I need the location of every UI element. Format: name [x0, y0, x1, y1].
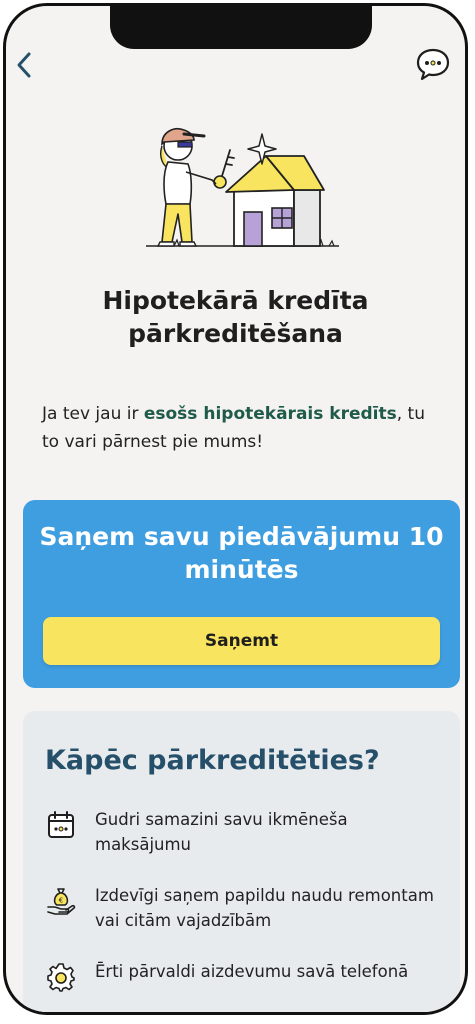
offer-card: Saņem savu piedāvājumu 10 minūtēs Saņemt: [23, 500, 460, 688]
person-with-key-and-house-illustration: [144, 124, 344, 254]
intro-prefix: Ja tev jau ir: [42, 404, 144, 424]
chat-bubble-icon[interactable]: [415, 46, 451, 82]
gear-icon: [45, 961, 77, 993]
benefit-item: € Izdevīgi saņem papildu naudu remontam …: [45, 883, 445, 933]
intro-text: Ja tev jau ir esošs hipotekārais kredīts…: [42, 400, 425, 456]
offer-title: Saņem savu piedāvājumu 10 minūtēs: [39, 522, 444, 584]
benefit-text: Izdevīgi saņem papildu naudu remontam va…: [95, 886, 434, 930]
phone-frame: Hipotekārā kredīta pārkreditēšana Ja tev…: [3, 3, 468, 1015]
phone-notch: [110, 6, 372, 49]
page-title: Hipotekārā kredīta pārkreditēšana: [102, 286, 369, 348]
benefit-item: Ērti pārvaldi aizdevumu savā telefonā: [45, 959, 445, 992]
benefit-item: Gudri samazini savu ikmēneša maksājumu: [45, 807, 445, 857]
svg-text:€: €: [59, 897, 63, 905]
chevron-left-icon[interactable]: [14, 50, 36, 80]
why-refinance-title: Kāpēc pārkreditēties?: [45, 745, 380, 776]
money-bag-hand-icon: €: [45, 885, 77, 917]
benefit-text: Gudri samazini savu ikmēneša maksājumu: [95, 810, 348, 854]
get-offer-button[interactable]: Saņemt: [43, 617, 440, 665]
benefit-text: Ērti pārvaldi aizdevumu savā telefonā: [95, 962, 409, 981]
calendar-icon: [45, 809, 77, 841]
existing-mortgage-link[interactable]: esošs hipotekārais kredīts: [144, 404, 397, 424]
why-refinance-card: Kāpēc pārkreditēties? Gudri samazini sav…: [23, 711, 460, 1012]
